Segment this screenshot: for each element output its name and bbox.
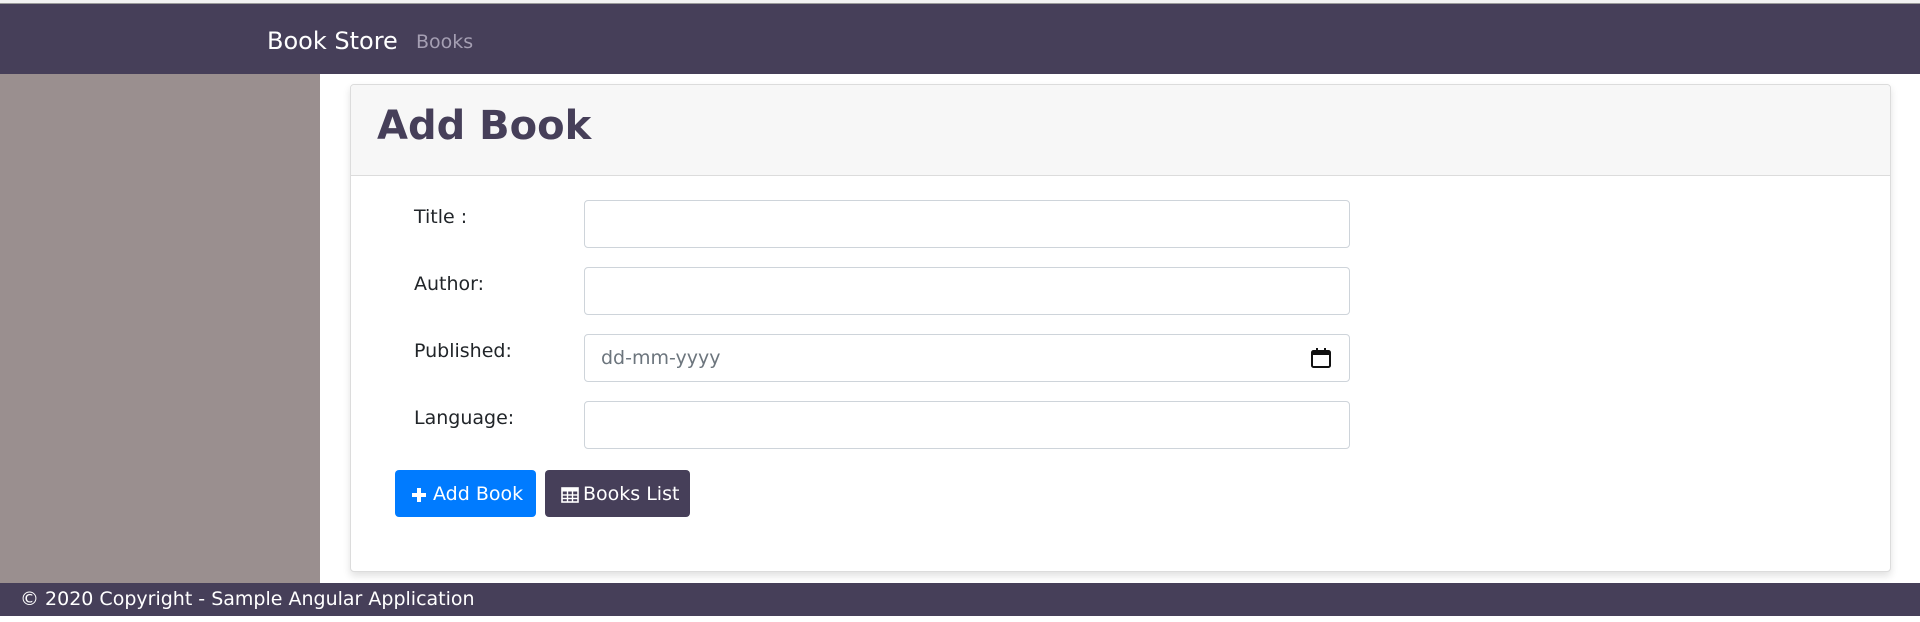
language-input[interactable]: [584, 401, 1350, 449]
title-label: Title :: [414, 206, 468, 228]
books-list-button[interactable]: Books List: [545, 470, 690, 517]
published-date-input[interactable]: dd-mm-yyyy: [584, 334, 1350, 382]
copyright-text: © 2020 Copyright - Sample Angular Applic…: [20, 588, 475, 610]
language-row: Language:: [351, 401, 1890, 449]
author-row: Author:: [351, 267, 1890, 315]
footer: © 2020 Copyright - Sample Angular Applic…: [0, 583, 1920, 616]
author-input[interactable]: [584, 267, 1350, 315]
language-label: Language:: [414, 407, 515, 429]
author-label: Author:: [414, 273, 485, 295]
published-label: Published:: [414, 340, 512, 362]
title-row: Title :: [351, 200, 1890, 248]
sidebar: [0, 74, 320, 583]
card-header: Add Book: [351, 85, 1890, 176]
plus-icon: [411, 486, 427, 502]
calendar-icon[interactable]: [1309, 346, 1333, 370]
add-book-button[interactable]: Add Book: [395, 470, 536, 517]
brand-link[interactable]: Book Store: [267, 27, 398, 55]
table-icon: [561, 486, 579, 503]
published-row: Published: dd-mm-yyyy: [351, 334, 1890, 382]
date-placeholder: dd-mm-yyyy: [601, 347, 721, 369]
add-book-button-label: Add Book: [433, 482, 524, 505]
title-input[interactable]: [584, 200, 1350, 248]
nav-link-books[interactable]: Books: [416, 31, 473, 53]
books-list-button-label: Books List: [583, 482, 680, 505]
add-book-card: Add Book Title : Author: Published: dd-m…: [350, 84, 1891, 572]
navbar: Book Store Books: [0, 4, 1920, 74]
page-title: Add Book: [377, 103, 592, 149]
